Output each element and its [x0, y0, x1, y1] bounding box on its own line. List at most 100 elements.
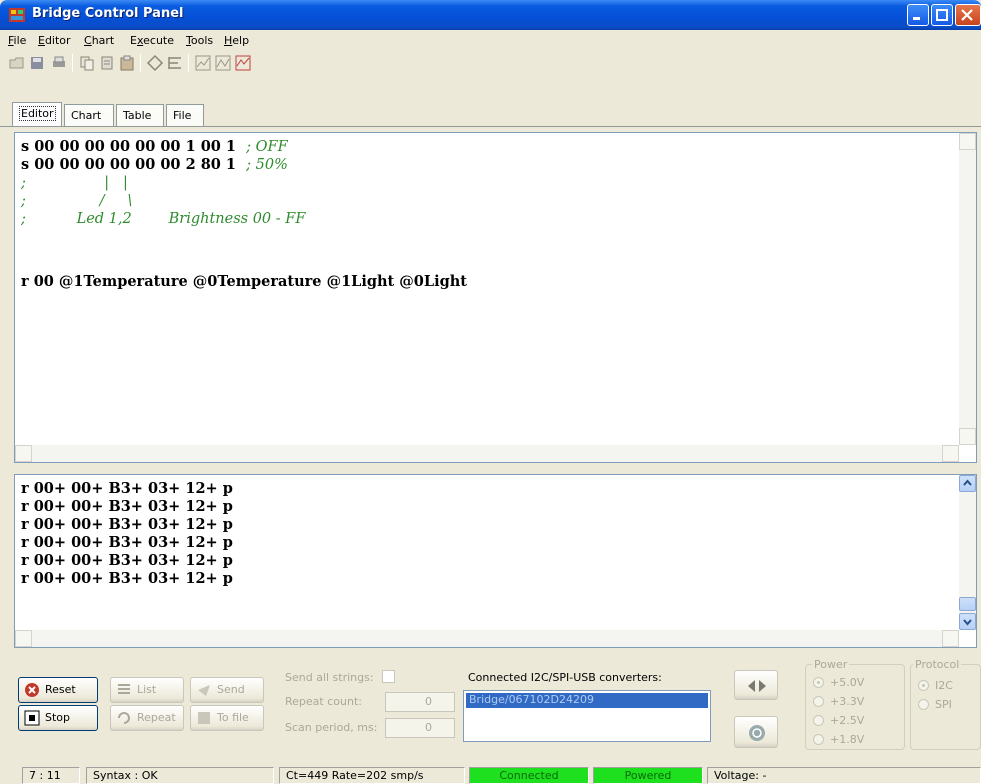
radio-i2c[interactable]: I2C	[918, 679, 953, 692]
scroll-thumb[interactable]	[959, 597, 976, 611]
scroll-down-icon[interactable]	[959, 428, 976, 445]
close-icon	[961, 9, 973, 21]
editor-line: ; / \	[21, 193, 133, 209]
radio-1v8[interactable]: +1.8V	[813, 733, 864, 746]
toolbar-separator	[140, 54, 141, 72]
save-icon[interactable]	[28, 54, 46, 72]
menu-help[interactable]: Help	[224, 34, 249, 47]
syntax-status: Syntax : OK	[86, 767, 274, 784]
minimize-icon	[913, 17, 920, 20]
send-all-strings-checkbox[interactable]	[382, 670, 395, 683]
radio-spi[interactable]: SPI	[918, 698, 952, 711]
menu-tools[interactable]: Tools	[186, 34, 213, 47]
tab-table[interactable]: Table	[116, 104, 164, 126]
power-button[interactable]	[734, 716, 778, 748]
editor-line: s 00 00 00 00 00 00 2 80 1 ; 50%	[21, 156, 288, 173]
scroll-down-icon[interactable]	[959, 613, 976, 630]
status-bar: 7 : 11 Syntax : OK Ct=449 Rate=202 smp/s…	[0, 764, 981, 784]
copy-icon[interactable]	[78, 54, 96, 72]
menu-editor[interactable]: Editor	[38, 34, 71, 47]
menu-chart[interactable]: Chart	[84, 34, 114, 47]
chart-icon[interactable]	[194, 54, 212, 72]
title-bar: Bridge Control Panel	[0, 0, 981, 30]
scroll-up-icon[interactable]	[959, 133, 976, 150]
minimize-button[interactable]	[907, 4, 929, 26]
close-button[interactable]	[955, 4, 981, 26]
radio-2v5[interactable]: +2.5V	[813, 714, 864, 727]
repeat-count-stepper[interactable]: 0	[385, 692, 455, 712]
power-group-title: Power	[812, 658, 850, 671]
repeat-icon	[118, 712, 130, 724]
scan-period-stepper[interactable]: 0	[385, 718, 455, 738]
chevron-down-icon	[963, 619, 972, 626]
radio-5v[interactable]: +5.0V	[813, 676, 864, 689]
sample-rate: Ct=449 Rate=202 smp/s	[279, 767, 465, 784]
list-icon	[118, 684, 130, 694]
editor-line: r 00 @1Temperature @0Temperature @1Light…	[21, 273, 467, 290]
output-log[interactable]: r 00+ 00+ B3+ 03+ 12+ p r 00+ 00+ B3+ 03…	[14, 474, 977, 648]
toolbar-separator	[188, 54, 189, 72]
power-icon	[749, 725, 765, 741]
output-horizontal-scrollbar[interactable]	[15, 630, 959, 647]
cursor-position: 7 : 11	[22, 767, 80, 784]
scroll-right-icon[interactable]	[942, 630, 959, 647]
toolbar	[0, 50, 981, 76]
output-line: r 00+ 00+ B3+ 03+ 12+ p	[21, 498, 233, 515]
scroll-up-icon[interactable]	[959, 475, 976, 492]
swap-button[interactable]	[734, 670, 778, 700]
editor-vertical-scrollbar[interactable]	[959, 133, 976, 445]
maximize-icon	[936, 9, 948, 21]
tab-strip-border	[0, 126, 981, 127]
output-line: r 00+ 00+ B3+ 03+ 12+ p	[21, 534, 233, 551]
output-line: r 00+ 00+ B3+ 03+ 12+ p	[21, 480, 233, 497]
protocol-group-title: Protocol	[913, 658, 962, 671]
script-editor[interactable]: s 00 00 00 00 00 00 1 00 1 ; OFF s 00 00…	[14, 132, 977, 463]
scroll-left-icon[interactable]	[15, 630, 32, 647]
output-line: r 00+ 00+ B3+ 03+ 12+ p	[21, 516, 233, 533]
cut-icon[interactable]	[98, 54, 116, 72]
converter-list-item[interactable]: Bridge/067102D24209	[466, 693, 708, 708]
scan-period-label: Scan period, ms:	[285, 721, 378, 734]
editor-line: ; | |	[21, 175, 128, 191]
converters-label: Connected I2C/SPI-USB converters:	[468, 671, 662, 684]
scroll-left-icon[interactable]	[15, 445, 32, 462]
print-icon[interactable]	[50, 54, 68, 72]
send-all-strings-label: Send all strings:	[285, 671, 374, 684]
tab-chart[interactable]: Chart	[64, 104, 114, 126]
app-icon	[9, 8, 25, 22]
connected-badge: Connected	[469, 767, 589, 784]
repeat-count-label: Repeat count:	[285, 695, 362, 708]
open-file-icon[interactable]	[8, 54, 26, 72]
converters-list[interactable]: Bridge/067102D24209	[463, 690, 711, 742]
output-line: r 00+ 00+ B3+ 03+ 12+ p	[21, 552, 233, 569]
menu-execute[interactable]: Execute	[130, 34, 174, 47]
chart-settings-icon[interactable]	[214, 54, 232, 72]
send-button[interactable]: Send	[190, 677, 264, 703]
radio-3v3[interactable]: +3.3V	[813, 695, 864, 708]
repeat-button[interactable]: Repeat	[110, 705, 184, 731]
paste-icon[interactable]	[118, 54, 136, 72]
list-button[interactable]: List	[110, 677, 184, 703]
comment-icon[interactable]	[146, 54, 164, 72]
reset-icon	[25, 683, 39, 697]
chart-export-icon[interactable]	[234, 54, 252, 72]
editor-horizontal-scrollbar[interactable]	[15, 445, 959, 462]
output-vertical-scrollbar[interactable]	[959, 475, 976, 630]
to-file-button[interactable]: To file	[190, 705, 264, 731]
powered-badge: Powered	[593, 767, 703, 784]
scroll-right-icon[interactable]	[942, 445, 959, 462]
voltage-readout: Voltage: -	[707, 767, 981, 784]
editor-line: ; Led 1,2 Brightness 00 - FF	[21, 211, 306, 227]
toolbar-separator	[72, 54, 73, 72]
swap-arrows-icon	[748, 680, 766, 692]
tab-editor[interactable]: Editor	[12, 102, 62, 127]
maximize-button[interactable]	[931, 4, 953, 26]
window-title: Bridge Control Panel	[32, 6, 184, 21]
menu-file[interactable]: File	[8, 34, 26, 47]
stop-button[interactable]: Stop	[18, 705, 98, 731]
menu-bar: File Editor Chart Execute Tools Help	[0, 30, 981, 50]
send-icon	[198, 685, 210, 696]
reset-button[interactable]: Reset	[18, 677, 98, 703]
tab-file[interactable]: File	[166, 104, 204, 126]
align-icon[interactable]	[166, 54, 184, 72]
